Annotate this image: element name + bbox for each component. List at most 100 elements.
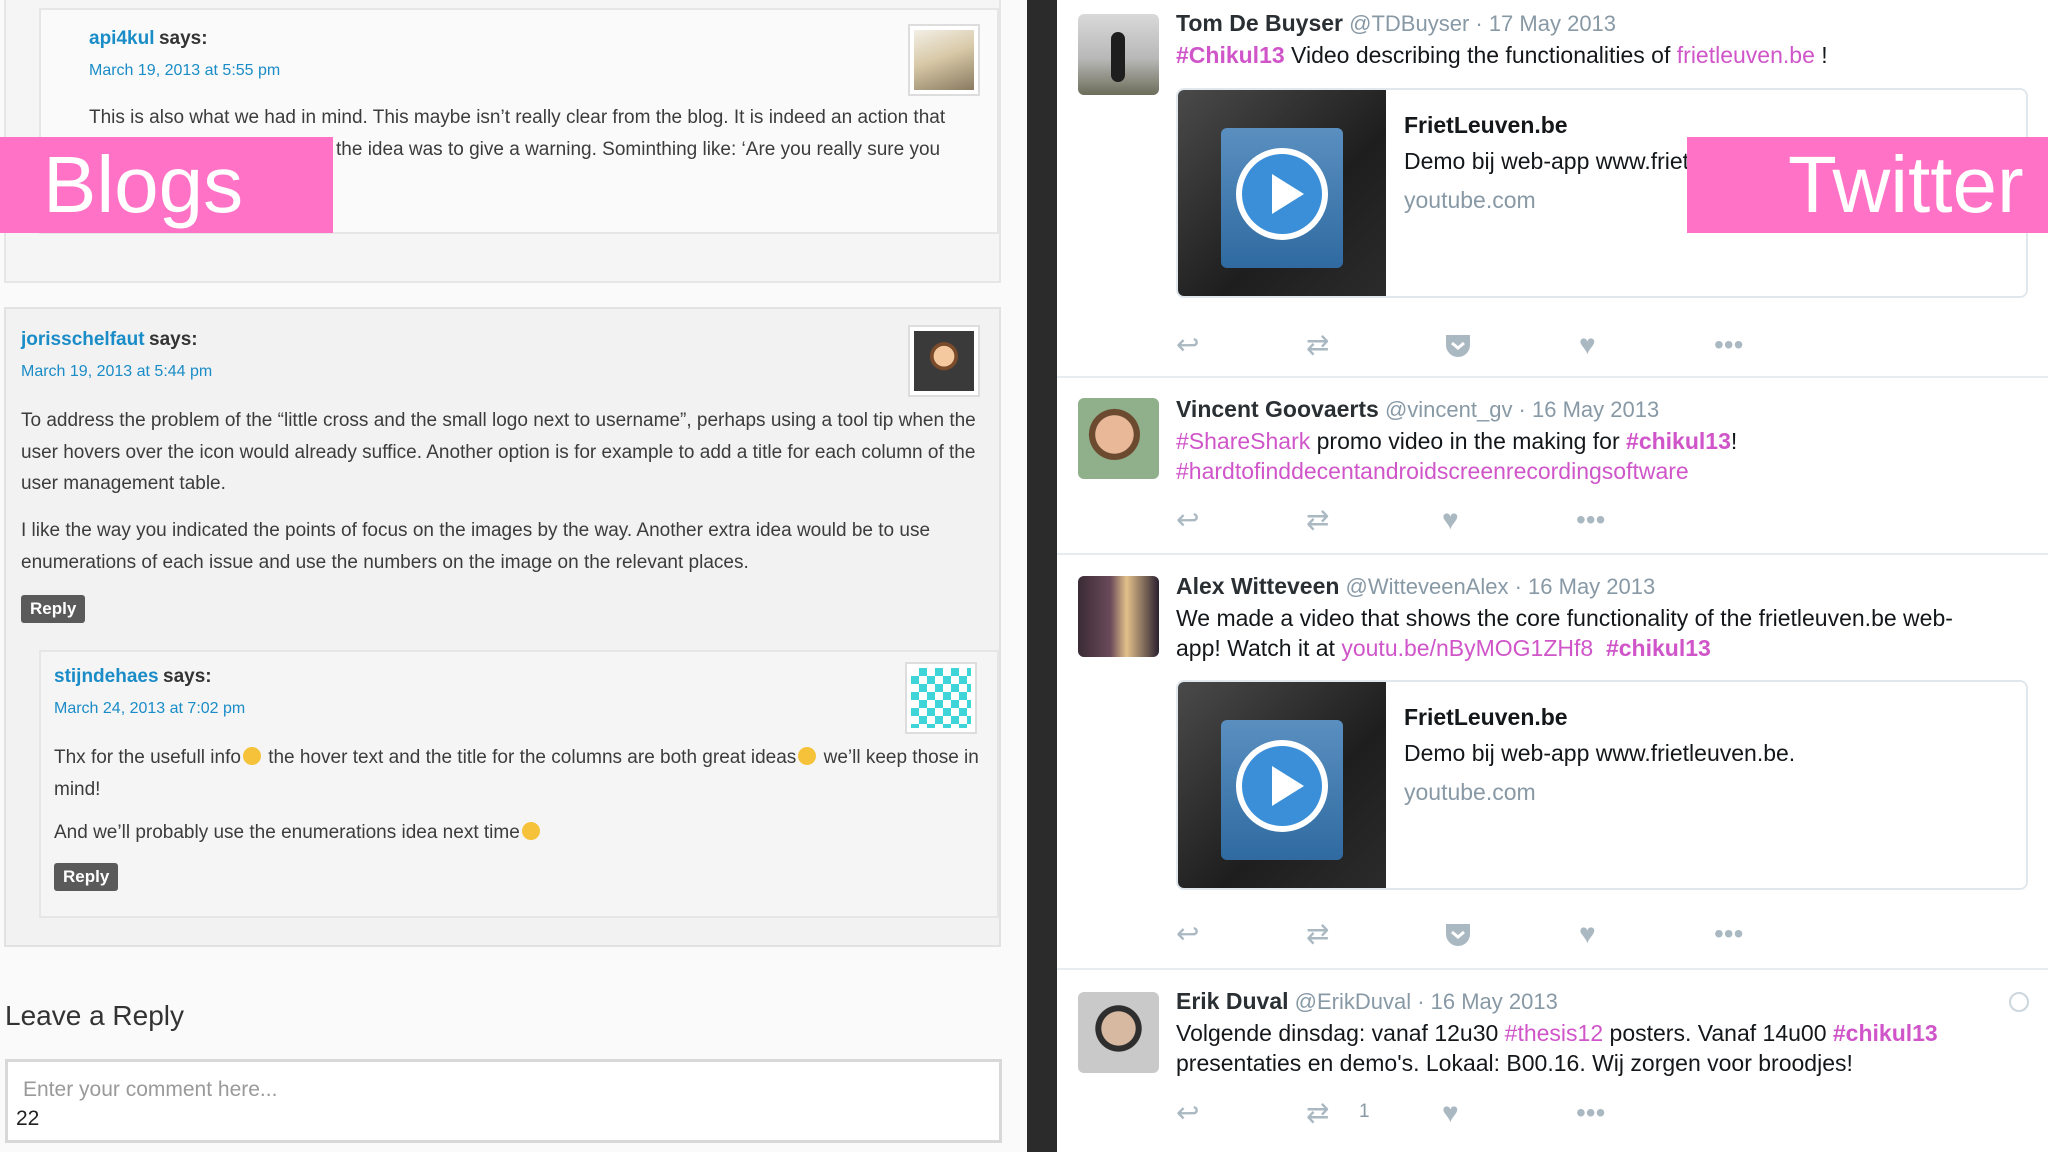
tweet-link[interactable]: youtu.be/nByMOG1ZHf8 <box>1341 635 1593 661</box>
tweet-meta: @vincent_gv · 16 May 2013 <box>1384 397 1660 422</box>
tweet-link[interactable]: frietleuven.be <box>1677 42 1815 68</box>
reply-icon[interactable]: ↩ <box>1176 1098 1199 1128</box>
tweet-author-name[interactable]: Alex Witteveen <box>1176 573 1339 599</box>
retweet-icon[interactable]: ⇄ <box>1306 919 1329 949</box>
card-title: FrietLeuven.be <box>1404 704 1568 730</box>
comment-paragraph: To address the problem of the “little cr… <box>21 410 976 494</box>
reply-button[interactable]: Reply <box>21 595 86 623</box>
twitter-label-text: Twitter <box>1788 140 2024 229</box>
tweet-meta: @ErikDuval · 16 May 2013 <box>1294 989 1558 1014</box>
tweet-text-segment: Volgende dinsdag: vanaf 12u30 <box>1176 1020 1505 1046</box>
card-url: youtube.com <box>1404 779 1536 805</box>
says-label: says: <box>149 329 198 350</box>
hashtag-link[interactable]: #hardtofinddecentandroidscreenrecordings… <box>1176 458 1689 484</box>
comment-author-link[interactable]: stijndehaes <box>54 666 159 687</box>
card-description: Demo bij web-app www.frietleuven.be. <box>1404 740 1796 766</box>
avatar[interactable] <box>1078 576 1159 657</box>
comment-text-line: the idea was to give a warning. Sominthi… <box>336 139 941 160</box>
like-icon[interactable]: ♥ <box>1579 919 1596 949</box>
tweet-author-name[interactable]: Erik Duval <box>1176 988 1289 1014</box>
smiley-icon <box>242 747 261 765</box>
card-url: youtube.com <box>1404 187 1536 213</box>
retweet-icon[interactable]: ⇄ <box>1306 330 1329 360</box>
play-icon[interactable] <box>1236 740 1328 832</box>
pocket-icon[interactable] <box>1443 330 1473 360</box>
more-icon[interactable]: ••• <box>1576 505 1605 535</box>
hashtag-link[interactable]: #chikul13 <box>1833 1020 1938 1046</box>
comment-stijndehaes: stijndehaes says: March 24, 2013 at 7:02… <box>39 650 999 918</box>
comment-date-link[interactable]: March 19, 2013 at 5:44 pm <box>21 363 212 381</box>
leave-reply-heading: Leave a Reply <box>5 1000 185 1031</box>
video-card[interactable]: FrietLeuven.be Demo bij web-app www.frie… <box>1176 680 2028 890</box>
like-icon[interactable]: ♥ <box>1579 330 1596 360</box>
comment-placeholder: Enter your comment here... <box>23 1078 278 1101</box>
tweet-text: #ShareShark promo video in the making fo… <box>1176 426 2016 486</box>
card-title: FrietLeuven.be <box>1404 112 1568 138</box>
reply-icon[interactable]: ↩ <box>1176 505 1199 535</box>
reply-icon[interactable]: ↩ <box>1176 919 1199 949</box>
slide-number: 22 <box>16 1107 40 1130</box>
blogs-label: Blogs <box>0 137 333 233</box>
retweet-icon[interactable]: ⇄ <box>1306 505 1329 535</box>
reply-icon[interactable]: ↩ <box>1176 330 1199 360</box>
tweet-text-segment: presentaties en demo's. Lokaal: B00.16. … <box>1176 1050 1853 1076</box>
video-thumbnail <box>1178 90 1386 296</box>
video-thumbnail <box>1178 682 1386 888</box>
avatar <box>905 662 977 734</box>
tweet-header: Vincent Goovaerts @vincent_gv · 16 May 2… <box>1176 396 1659 423</box>
tweet-text: We made a video that shows the core func… <box>1176 603 1996 663</box>
blogs-label-text: Blogs <box>43 140 244 229</box>
avatar[interactable] <box>1078 398 1159 479</box>
tweet-text-segment: Video describing the functionalities of <box>1284 42 1677 68</box>
tweet-header: Tom De Buyser @TDBuyser · 17 May 2013 <box>1176 10 1616 37</box>
smiley-icon <box>798 747 817 765</box>
comment-paragraph: I like the way you indicated the points … <box>21 520 931 573</box>
hashtag-link[interactable]: #chikul13 <box>1606 635 1711 661</box>
like-icon[interactable]: ♥ <box>1442 505 1459 535</box>
avatar[interactable] <box>1078 992 1159 1073</box>
avatar <box>908 325 980 397</box>
comment-text-line: This is also what we had in mind. This m… <box>89 107 946 128</box>
comment-author-link[interactable]: jorisschelfaut <box>21 329 145 350</box>
tweet-author-name[interactable]: Vincent Goovaerts <box>1176 396 1379 422</box>
tweet[interactable]: Erik Duval @ErikDuval · 16 May 2013 Volg… <box>1057 970 2048 1152</box>
tweet[interactable]: Alex Witteveen @WitteveenAlex · 16 May 2… <box>1057 555 2048 970</box>
tweet-text: #Chikul13 Video describing the functiona… <box>1176 40 2016 70</box>
comment-input[interactable]: Enter your comment here... <box>5 1059 1002 1143</box>
smiley-icon <box>521 822 540 840</box>
like-icon[interactable]: ♥ <box>1442 1098 1459 1128</box>
twitter-label: Twitter <box>1687 137 2048 233</box>
tweet[interactable]: Vincent Goovaerts @vincent_gv · 16 May 2… <box>1057 378 2048 555</box>
says-label: says: <box>163 666 212 687</box>
says-label: says: <box>158 28 208 49</box>
hashtag-link[interactable]: #thesis12 <box>1505 1020 1603 1046</box>
comment-paragraph: Thx for the usefull info the hover text … <box>54 742 989 805</box>
comment-date-link[interactable]: March 24, 2013 at 7:02 pm <box>54 700 245 718</box>
tweet-text-segment: posters. Vanaf 14u00 <box>1603 1020 1833 1046</box>
more-icon[interactable]: ••• <box>1576 1098 1605 1128</box>
tweet-text-segment: ! <box>1730 428 1738 454</box>
hashtag-link[interactable]: #Chikul13 <box>1176 42 1285 68</box>
retweet-icon[interactable]: ⇄ <box>1306 1098 1329 1128</box>
hashtag-link[interactable]: #ShareShark <box>1176 428 1310 454</box>
comment-paragraph: And we’ll probably use the enumerations … <box>54 817 542 849</box>
tweet-text: Volgende dinsdag: vanaf 12u30 #thesis12 … <box>1176 1018 2016 1078</box>
more-icon[interactable]: ••• <box>1714 919 1743 949</box>
reply-button[interactable]: Reply <box>54 863 119 891</box>
tweet-author-name[interactable]: Tom De Buyser <box>1176 10 1343 36</box>
tweet-header: Alex Witteveen @WitteveenAlex · 16 May 2… <box>1176 573 1655 600</box>
comment-author-link[interactable]: api4kul <box>89 28 154 49</box>
play-icon[interactable] <box>1236 148 1328 240</box>
pocket-icon[interactable] <box>1443 919 1473 949</box>
globe-icon <box>2009 992 2029 1012</box>
comment-text-segment: the hover text and the title for the col… <box>262 747 797 768</box>
avatar[interactable] <box>1078 14 1159 95</box>
comment-text-segment: Thx for the usefull info <box>54 747 241 768</box>
tweet-header: Erik Duval @ErikDuval · 16 May 2013 <box>1176 988 1558 1015</box>
comment-date-link[interactable]: March 19, 2013 at 5:55 pm <box>89 62 280 80</box>
comment-jorisschelfaut: jorisschelfaut says: March 19, 2013 at 5… <box>4 307 1001 947</box>
tweet-meta: @WitteveenAlex · 16 May 2013 <box>1345 574 1656 599</box>
more-icon[interactable]: ••• <box>1714 330 1743 360</box>
tweet-meta: @TDBuyser · 17 May 2013 <box>1349 11 1617 36</box>
hashtag-link[interactable]: #chikul13 <box>1626 428 1731 454</box>
